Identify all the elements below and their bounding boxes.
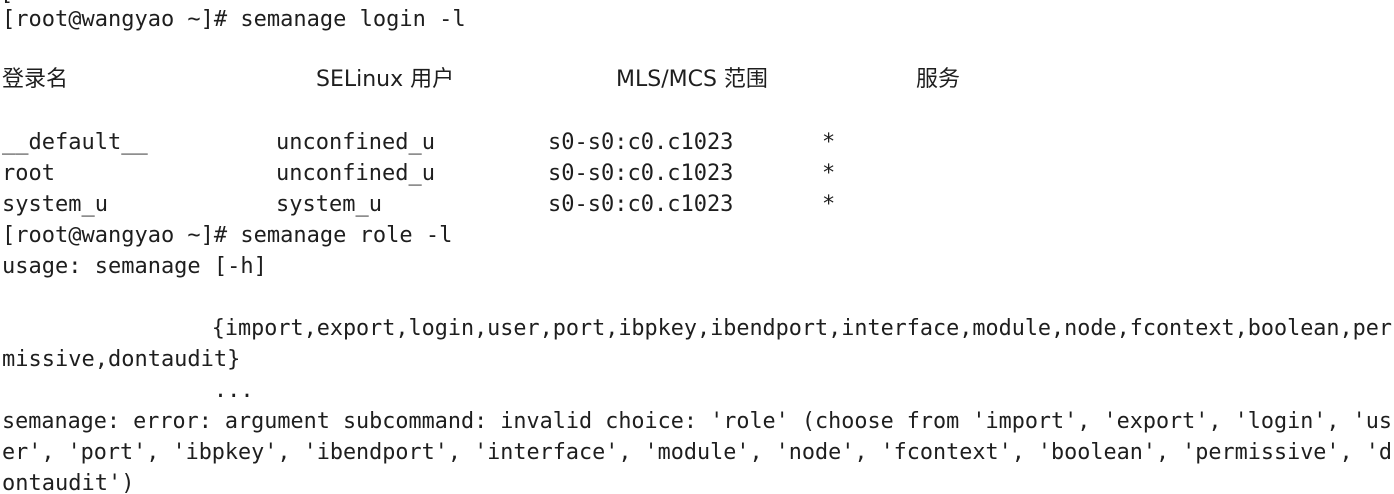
- table-row-2-service: *: [822, 192, 836, 217]
- error-line-1: semanage: error: argument subcommand: in…: [2, 409, 1392, 434]
- table-row-2-mls-range: s0-s0:c0.c1023: [548, 192, 734, 217]
- error-line-2: er', 'port', 'ibpkey', 'ibendport', 'int…: [2, 440, 1392, 465]
- usage-line: usage: semanage [-h]: [2, 254, 267, 279]
- subcommands-line-2: missive,dontaudit}: [2, 347, 241, 372]
- table-row-1-selinux-user: unconfined_u: [276, 161, 435, 186]
- table-row-1-service: *: [822, 161, 836, 186]
- prompt-line-role: [root@wangyao ~]# semanage role -l: [2, 223, 453, 248]
- ellipsis-line: ...: [2, 378, 254, 403]
- header-login-name: 登录名: [2, 67, 69, 92]
- table-row-2-selinux-user: system_u: [276, 192, 382, 217]
- table-row-0-service: *: [822, 130, 836, 155]
- prompt-line-login: [root@wangyao ~]# semanage login -l: [2, 7, 466, 32]
- table-row-1-mls-range: s0-s0:c0.c1023: [548, 161, 734, 186]
- table-row-0-mls-range: s0-s0:c0.c1023: [548, 130, 734, 155]
- header-mls-range: MLS/MCS 范围: [616, 67, 768, 92]
- error-line-3: ontaudit'): [2, 471, 135, 494]
- header-selinux-user: SELinux 用户: [316, 67, 455, 92]
- table-row-0-selinux-user: unconfined_u: [276, 130, 435, 155]
- terminal-window[interactable]: [ [root@wangyao ~]# semanage login -l 登录…: [0, 0, 1394, 494]
- table-row-1-login: root: [2, 161, 55, 186]
- table-row-2-login: system_u: [2, 192, 108, 217]
- header-service: 服务: [916, 67, 961, 92]
- table-row-0-login: __default__: [2, 130, 148, 155]
- subcommands-line-1: {import,export,login,user,port,ibpkey,ib…: [2, 316, 1392, 341]
